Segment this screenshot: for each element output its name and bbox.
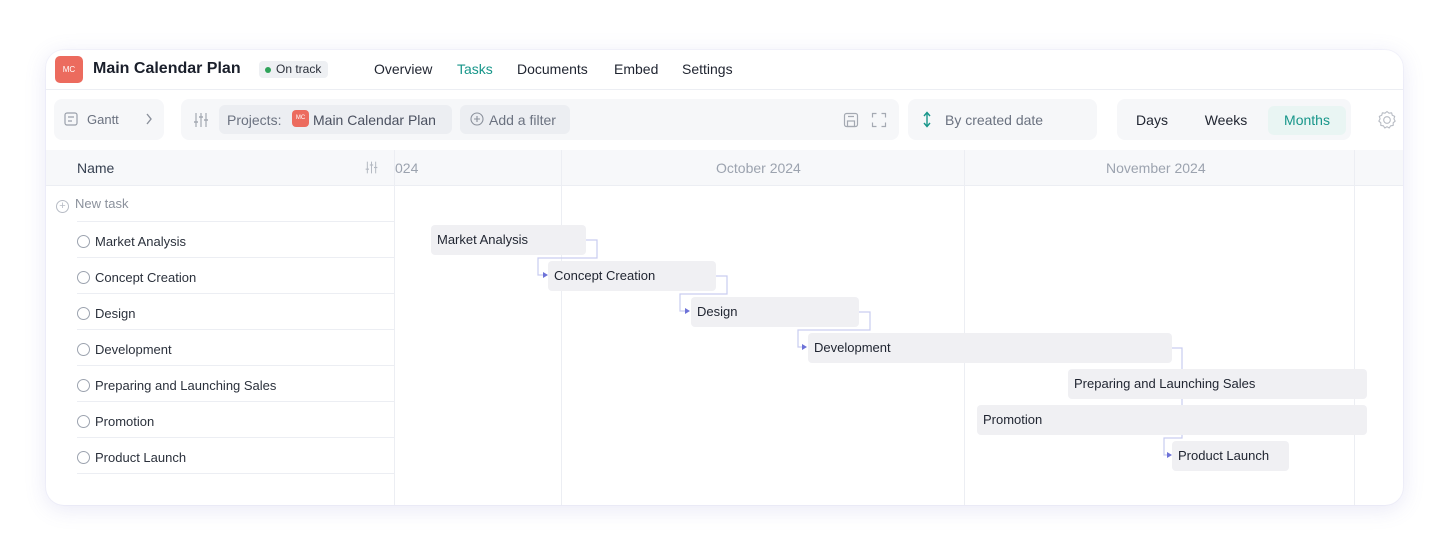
gantt-bar-development[interactable]: Development (808, 333, 1172, 363)
gantt-bar-design[interactable]: Design (691, 297, 859, 327)
gantt-bar-promotion[interactable]: Promotion (977, 405, 1367, 435)
dependency-links (537, 239, 1183, 458)
gantt-bar-market-analysis[interactable]: Market Analysis (431, 225, 586, 255)
gantt-bar-product-launch[interactable]: Product Launch (1172, 441, 1289, 471)
gantt-bar-concept-creation[interactable]: Concept Creation (548, 261, 716, 291)
gantt-bar-preparing-and-launching-sales[interactable]: Preparing and Launching Sales (1068, 369, 1367, 399)
dependency-arrow-icon (685, 308, 690, 314)
app-window: MC Main Calendar Plan On track Overview … (46, 50, 1403, 505)
dependency-arrow-icon (802, 344, 807, 350)
